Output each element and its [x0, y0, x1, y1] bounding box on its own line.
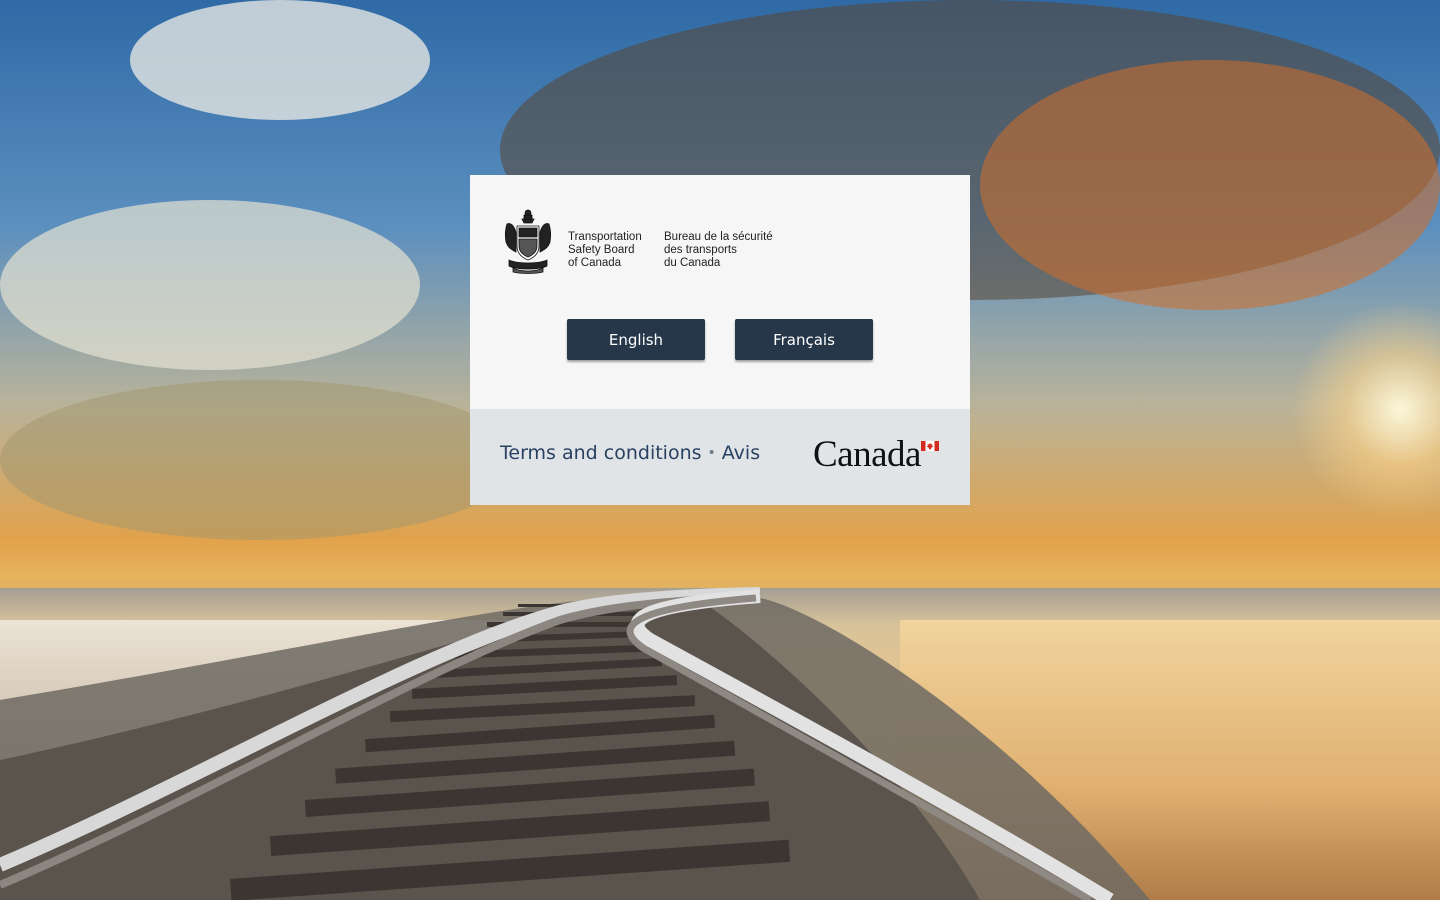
avis-link[interactable]: Avis — [722, 442, 760, 464]
signature-line: Bureau de la sécurité — [664, 231, 773, 243]
agency-signature: Transportation Safety Board of Canada Bu… — [503, 208, 803, 274]
dialog-body: Transportation Safety Board of Canada Bu… — [470, 175, 970, 409]
french-button[interactable]: Français — [735, 319, 873, 360]
signature-line: of Canada — [568, 257, 622, 269]
english-button[interactable]: English — [567, 319, 705, 360]
canada-flag-icon — [921, 441, 939, 451]
footer-separator: • — [707, 445, 716, 461]
terms-link[interactable]: Terms and conditions — [500, 442, 702, 464]
signature-line: du Canada — [664, 257, 721, 269]
agency-name-english: Transportation Safety Board of Canada — [568, 231, 642, 270]
coat-of-arms-icon — [504, 209, 552, 274]
language-selection-dialog: Transportation Safety Board of Canada Bu… — [470, 175, 970, 505]
agency-name-french: Bureau de la sécurité des transports du … — [664, 231, 773, 270]
wordmark-text: Canada — [813, 434, 921, 475]
footer-links: Terms and conditions • Avis — [500, 442, 760, 464]
signature-line: Transportation — [568, 231, 642, 243]
signature-line: Safety Board — [568, 244, 635, 256]
canada-wordmark: Canada — [813, 434, 941, 475]
signature-line: des transports — [664, 244, 737, 256]
dialog-footer: Terms and conditions • Avis Canada — [470, 409, 970, 505]
